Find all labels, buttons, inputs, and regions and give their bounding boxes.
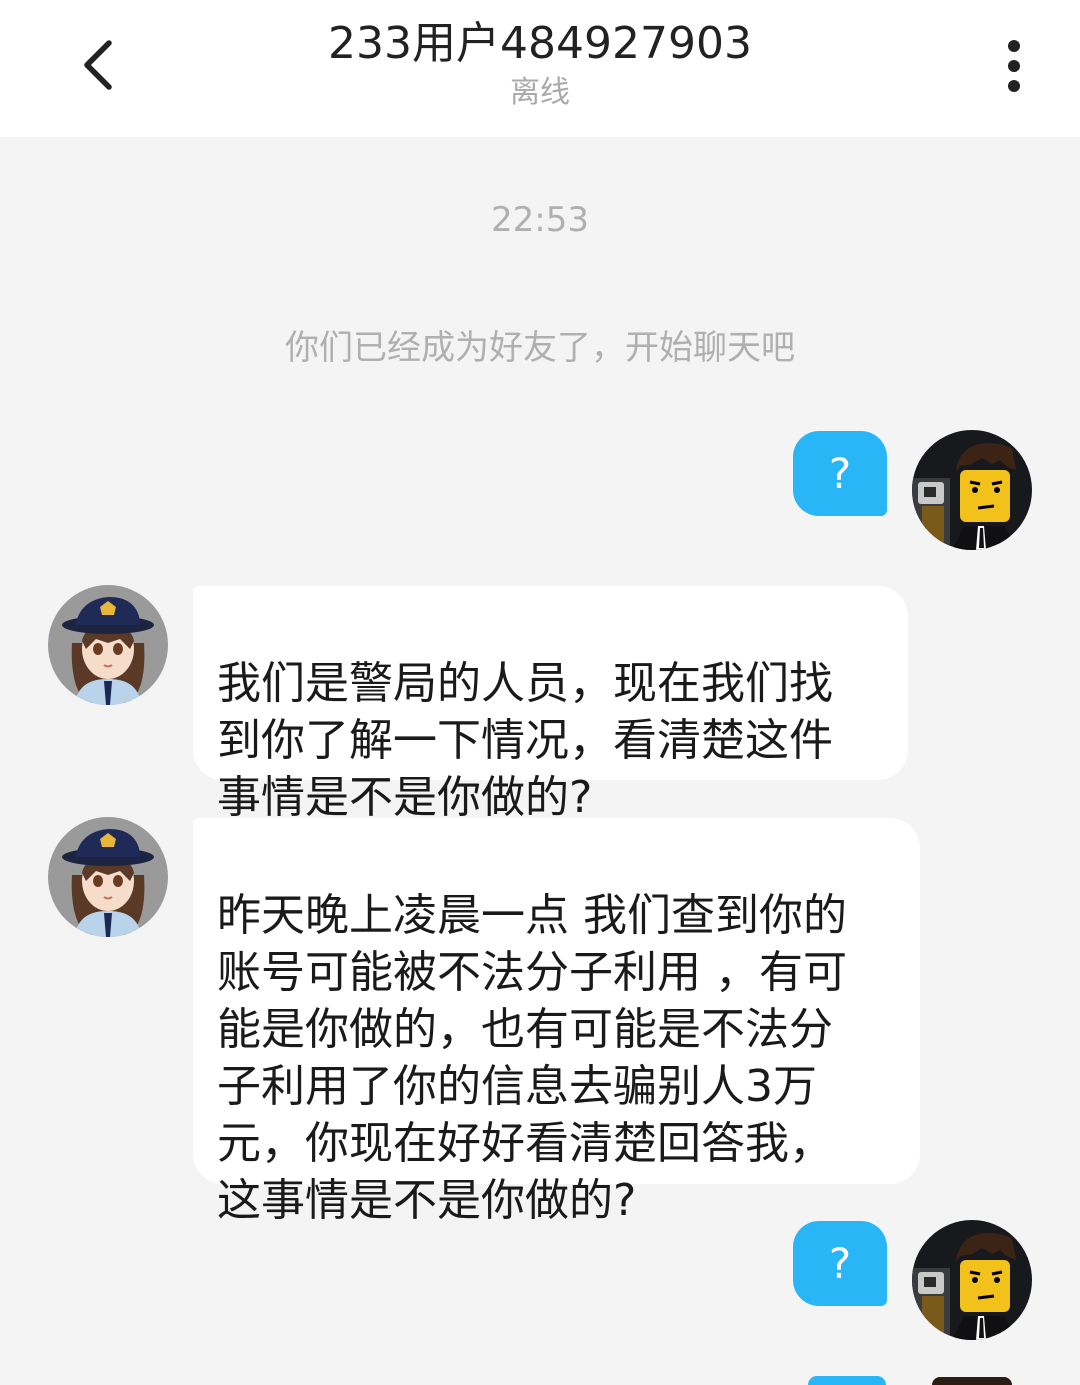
message-text: ? bbox=[828, 1239, 852, 1288]
incoming-message-bubble[interactable]: 我们是警局的人员，现在我们找 到你了解一下情况，看清楚这件 事情是不是你做的? bbox=[193, 586, 908, 823]
online-status: 离线 bbox=[510, 75, 570, 110]
self-avatar-partial[interactable] bbox=[932, 1377, 1012, 1385]
message-timestamp: 22:53 bbox=[491, 200, 589, 240]
more-options-button[interactable] bbox=[990, 34, 1038, 98]
self-avatar[interactable] bbox=[912, 1220, 1032, 1340]
system-message: 你们已经成为好友了，开始聊天吧 bbox=[285, 328, 795, 368]
outgoing-message-bubble-partial[interactable] bbox=[808, 1376, 886, 1385]
outgoing-message-bubble[interactable]: ? bbox=[793, 431, 887, 516]
incoming-message-bubble[interactable]: 昨天晚上凌晨一点 我们查到你的 账号可能被不法分子利用 ，有可 能是你做的，也有… bbox=[193, 818, 920, 1226]
chat-title: 233用户484927903 bbox=[328, 18, 752, 69]
contact-avatar[interactable] bbox=[48, 585, 168, 705]
message-text: 我们是警局的人员，现在我们找 到你了解一下情况，看清楚这件 事情是不是你做的? bbox=[217, 658, 833, 823]
message-text: 昨天晚上凌晨一点 我们查到你的 账号可能被不法分子利用 ，有可 能是你做的，也有… bbox=[217, 890, 847, 1226]
outgoing-message-bubble[interactable]: ? bbox=[793, 1221, 887, 1306]
message-text: ? bbox=[828, 449, 852, 498]
self-avatar[interactable] bbox=[912, 430, 1032, 550]
contact-avatar[interactable] bbox=[48, 817, 168, 937]
top-bar: 233用户484927903 离线 bbox=[0, 0, 1080, 137]
more-vertical-icon bbox=[1008, 40, 1020, 52]
